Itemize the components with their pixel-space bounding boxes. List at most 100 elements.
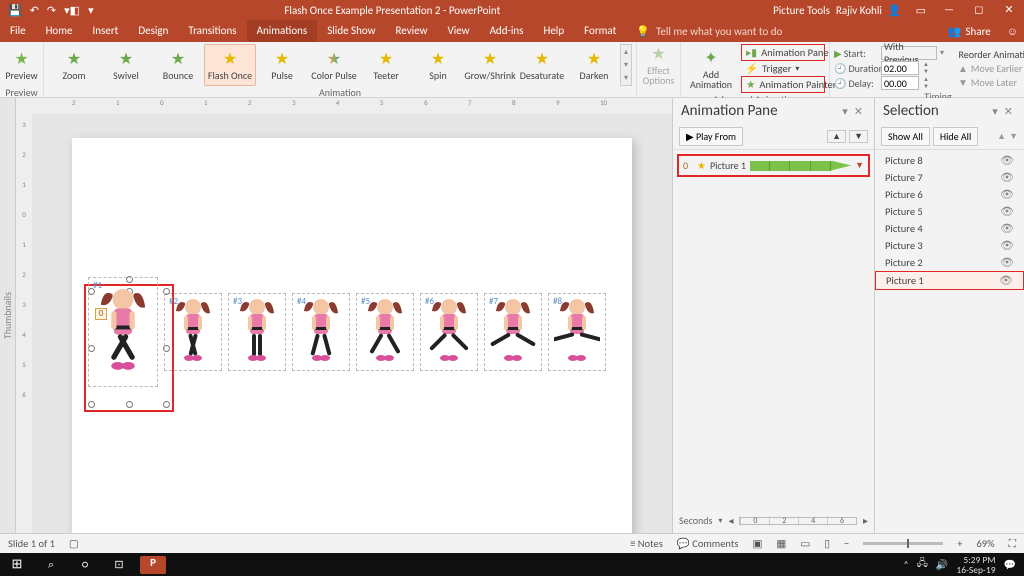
powerpoint-taskbar-icon[interactable]: P <box>140 556 166 574</box>
effect-swivel[interactable]: ★Swivel <box>100 44 152 86</box>
effect-desaturate[interactable]: ★Desaturate <box>516 44 568 86</box>
zoom-out-icon[interactable]: − <box>844 537 849 550</box>
system-tray[interactable]: ˄ 🖧 🔊 5:29 PM16-Sep-19 💬 <box>895 555 1024 575</box>
tab-view[interactable]: View <box>438 20 480 42</box>
picture-5[interactable]: #5 <box>356 293 414 371</box>
tab-addins[interactable]: Add-ins <box>480 20 534 42</box>
add-animation-button[interactable]: ✦Add Animation <box>685 48 737 90</box>
chevron-down-icon[interactable]: ▾ <box>718 516 722 526</box>
chevron-down-icon[interactable]: ▼ <box>855 160 864 171</box>
tab-home[interactable]: Home <box>36 20 83 42</box>
start-icon[interactable]: ⊞ <box>0 553 34 576</box>
network-icon[interactable]: 🖧 <box>917 556 928 573</box>
tab-review[interactable]: Review <box>386 20 438 42</box>
visibility-icon[interactable]: 👁 <box>1000 222 1014 235</box>
zoom-in-icon[interactable]: + <box>957 537 962 550</box>
visibility-icon[interactable]: 👁 <box>1000 154 1014 167</box>
picture-4[interactable]: #4 <box>292 293 350 371</box>
selection-item-picture-7[interactable]: Picture 7👁 <box>875 169 1024 186</box>
picture-8[interactable]: #8 <box>548 293 606 371</box>
resize-handle[interactable] <box>126 401 133 408</box>
picture-6[interactable]: #6 <box>420 293 478 371</box>
tab-insert[interactable]: Insert <box>83 20 129 42</box>
close-icon[interactable]: ✕ <box>994 0 1024 20</box>
feedback-icon[interactable]: ☺ <box>1001 21 1024 42</box>
minimize-icon[interactable]: — <box>934 0 964 20</box>
tell-me[interactable]: 💡Tell me what you want to do <box>626 21 792 42</box>
visibility-icon[interactable]: 👁 <box>1000 171 1014 184</box>
save-icon[interactable]: 💾 <box>8 4 22 17</box>
notifications-icon[interactable]: 💬 <box>1004 558 1016 571</box>
duration-input[interactable] <box>881 61 919 75</box>
close-pane-icon[interactable]: ✕ <box>851 105 866 118</box>
tab-help[interactable]: Help <box>533 20 574 42</box>
trigger-button[interactable]: ⚡Trigger▾ <box>741 61 825 76</box>
effect-darken[interactable]: ★Darken <box>568 44 620 86</box>
move-down-icon[interactable]: ▼ <box>1009 131 1018 142</box>
selection-item-picture-6[interactable]: Picture 6👁 <box>875 186 1024 203</box>
show-all-button[interactable]: Show All <box>881 127 930 146</box>
ribbon-options-icon[interactable]: ▭ <box>908 4 934 17</box>
spinner[interactable]: ▲▼ <box>922 76 930 90</box>
selection-item-picture-5[interactable]: Picture 5👁 <box>875 203 1024 220</box>
visibility-icon[interactable]: 👁 <box>1000 239 1014 252</box>
tray-chevron-icon[interactable]: ˄ <box>903 558 908 571</box>
slide-counter[interactable]: Slide 1 of 1 <box>8 537 55 550</box>
selection-item-picture-3[interactable]: Picture 3👁 <box>875 237 1024 254</box>
picture-2[interactable]: #2 <box>164 293 222 371</box>
effect-pulse[interactable]: ★Pulse <box>256 44 308 86</box>
clock[interactable]: 5:29 PM16-Sep-19 <box>956 555 995 575</box>
play-from-button[interactable]: ▶ Play From <box>679 127 743 146</box>
preview-button[interactable]: ★Preview <box>0 44 48 86</box>
effect-color-pulse[interactable]: ★Color Pulse <box>308 44 360 86</box>
move-down-icon[interactable]: ▼ <box>849 130 868 143</box>
cortana-icon[interactable]: ○ <box>68 553 102 576</box>
spellcheck-icon[interactable]: ▢ <box>69 537 79 550</box>
delay-input[interactable] <box>881 76 919 90</box>
effect-spin[interactable]: ★Spin <box>412 44 464 86</box>
effect-grow/shrink[interactable]: ★Grow/Shrink <box>464 44 516 86</box>
reading-view-icon[interactable]: ▭ <box>800 537 810 550</box>
pane-dropdown-icon[interactable]: ▾ <box>989 105 1001 118</box>
start-select[interactable]: With Previous <box>881 46 937 60</box>
effect-flash-once[interactable]: ★Flash Once <box>204 44 256 86</box>
tab-slideshow[interactable]: Slide Show <box>317 20 385 42</box>
normal-view-icon[interactable]: ▣ <box>752 537 762 550</box>
undo-icon[interactable]: ↶ <box>30 4 39 17</box>
slide[interactable]: 0 #1 #2 #3 #4 <box>72 138 632 533</box>
search-icon[interactable]: ⌕ <box>34 553 68 576</box>
chevron-down-icon[interactable]: ▾ <box>940 48 944 58</box>
slideshow-view-icon[interactable]: ▯ <box>824 537 830 550</box>
close-pane-icon[interactable]: ✕ <box>1001 105 1016 118</box>
picture-7[interactable]: #7 <box>484 293 542 371</box>
effect-bounce[interactable]: ★Bounce <box>152 44 204 86</box>
effect-zoom[interactable]: ★Zoom <box>48 44 100 86</box>
thumbnails-panel[interactable]: Thumbnails <box>0 98 16 533</box>
zoom-slider[interactable] <box>863 542 943 545</box>
hide-all-button[interactable]: Hide All <box>933 127 978 146</box>
animation-pane-button[interactable]: ▸▮Animation Pane <box>741 44 825 61</box>
user-account[interactable]: Rajiv Kohli 👤 <box>830 4 908 17</box>
pane-dropdown-icon[interactable]: ▾ <box>839 105 851 118</box>
picture-1[interactable]: #1 <box>88 277 158 387</box>
spinner[interactable]: ▲▼ <box>922 61 930 75</box>
selection-item-picture-2[interactable]: Picture 2👁 <box>875 254 1024 271</box>
slide-canvas[interactable]: 21012345678910 0 #1 #2 #3 <box>32 98 672 533</box>
animation-list-item[interactable]: 0 ★ Picture 1 ▼ <box>677 154 870 177</box>
visibility-icon[interactable]: 👁 <box>999 274 1013 287</box>
selection-item-picture-1[interactable]: Picture 1👁 <box>875 271 1024 290</box>
visibility-icon[interactable]: 👁 <box>1000 256 1014 269</box>
selection-item-picture-8[interactable]: Picture 8👁 <box>875 152 1024 169</box>
visibility-icon[interactable]: 👁 <box>1000 188 1014 201</box>
scroll-right-icon[interactable]: ▸ <box>863 514 868 527</box>
share-button[interactable]: 👥Share <box>938 21 1001 42</box>
resize-handle[interactable] <box>163 401 170 408</box>
comments-button[interactable]: 💬 Comments <box>677 537 739 550</box>
scroll-left-icon[interactable]: ◂ <box>728 514 733 527</box>
visibility-icon[interactable]: 👁 <box>1000 205 1014 218</box>
move-up-icon[interactable]: ▲ <box>997 131 1006 142</box>
animation-painter-button[interactable]: ★Animation Painter <box>741 76 825 93</box>
task-view-icon[interactable]: ⊡ <box>102 553 136 576</box>
volume-icon[interactable]: 🔊 <box>936 558 948 571</box>
fit-to-window-icon[interactable]: ⛶ <box>1009 537 1016 551</box>
